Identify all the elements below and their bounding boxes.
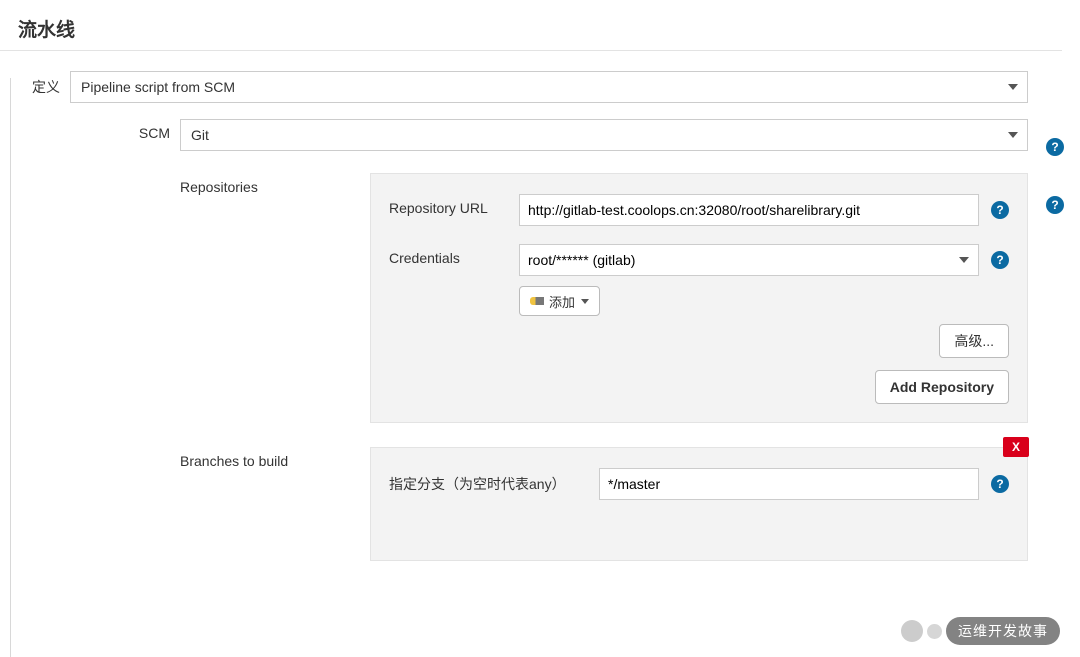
help-icon[interactable]: ? bbox=[991, 201, 1009, 219]
repositories-label: Repositories bbox=[180, 173, 370, 195]
add-repository-button[interactable]: Add Repository bbox=[875, 370, 1009, 404]
wechat-icon bbox=[927, 624, 942, 639]
watermark-text: 运维开发故事 bbox=[946, 617, 1060, 645]
definition-select[interactable]: Pipeline script from SCM bbox=[70, 71, 1028, 103]
repo-url-label: Repository URL bbox=[389, 194, 519, 216]
section-title: 流水线 bbox=[0, 0, 1062, 51]
help-icon[interactable]: ? bbox=[1046, 138, 1064, 156]
key-icon bbox=[530, 297, 544, 305]
branches-label: Branches to build bbox=[180, 447, 370, 469]
repositories-block: Repositories Repository URL ? Credential… bbox=[180, 173, 1028, 423]
watermark: 运维开发故事 bbox=[901, 617, 1060, 645]
chevron-down-icon bbox=[581, 299, 589, 304]
left-divider bbox=[10, 78, 11, 657]
add-credentials-button[interactable]: 添加 bbox=[519, 286, 600, 316]
advanced-button[interactable]: 高级... bbox=[939, 324, 1009, 358]
credentials-label: Credentials bbox=[389, 244, 519, 266]
repository-panel: Repository URL ? Credentials root/******… bbox=[370, 173, 1028, 423]
scm-row: SCM Git bbox=[0, 119, 1080, 151]
delete-branch-button[interactable]: X bbox=[1003, 437, 1029, 457]
help-icon[interactable]: ? bbox=[991, 251, 1009, 269]
credentials-select[interactable]: root/****** (gitlab) bbox=[519, 244, 979, 276]
help-icon[interactable]: ? bbox=[991, 475, 1009, 493]
branch-spec-input[interactable] bbox=[599, 468, 979, 500]
scm-label: SCM bbox=[0, 119, 180, 141]
add-credentials-label: 添加 bbox=[549, 292, 575, 311]
branch-panel: X 指定分支（为空时代表any） ? bbox=[370, 447, 1028, 561]
branches-block: Branches to build X 指定分支（为空时代表any） ? bbox=[180, 447, 1028, 561]
repo-url-input[interactable] bbox=[519, 194, 979, 226]
help-icon[interactable]: ? bbox=[1046, 196, 1064, 214]
definition-row: 定义 Pipeline script from SCM bbox=[0, 71, 1080, 103]
wechat-icon bbox=[901, 620, 923, 642]
scm-select[interactable]: Git bbox=[180, 119, 1028, 151]
branch-spec-label: 指定分支（为空时代表any） bbox=[389, 468, 599, 494]
